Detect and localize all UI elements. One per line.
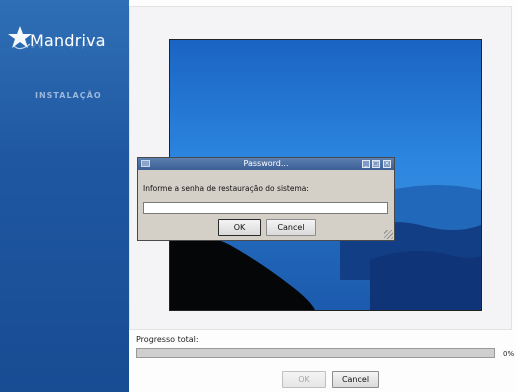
resize-grip[interactable] bbox=[384, 230, 393, 239]
logo-reflection: Mandriva bbox=[30, 38, 105, 50]
progress-label: Progresso total: bbox=[136, 335, 199, 344]
password-prompt: Informe a senha de restauração do sistem… bbox=[143, 184, 309, 193]
ok-button[interactable]: OK bbox=[282, 371, 326, 388]
sidebar: Mandriva Mandriva INSTALAÇÃO bbox=[0, 0, 129, 392]
dialog-cancel-button[interactable]: Cancel bbox=[266, 219, 316, 236]
dialog-titlebar[interactable]: Password... _ □ × bbox=[138, 158, 394, 170]
dialog-ok-button[interactable]: OK bbox=[218, 219, 261, 236]
cancel-button[interactable]: Cancel bbox=[332, 371, 379, 388]
password-input[interactable] bbox=[143, 202, 388, 214]
maximize-icon[interactable]: □ bbox=[372, 160, 380, 168]
minimize-icon[interactable]: _ bbox=[362, 160, 370, 168]
dialog-title: Password... bbox=[243, 159, 289, 168]
password-dialog: Password... _ □ × Informe a senha de res… bbox=[137, 157, 395, 241]
close-icon[interactable]: × bbox=[383, 160, 391, 168]
progress-percent: 0% bbox=[503, 350, 515, 358]
progress-bar bbox=[136, 348, 495, 358]
sidebar-step-installation: INSTALAÇÃO bbox=[35, 91, 102, 100]
